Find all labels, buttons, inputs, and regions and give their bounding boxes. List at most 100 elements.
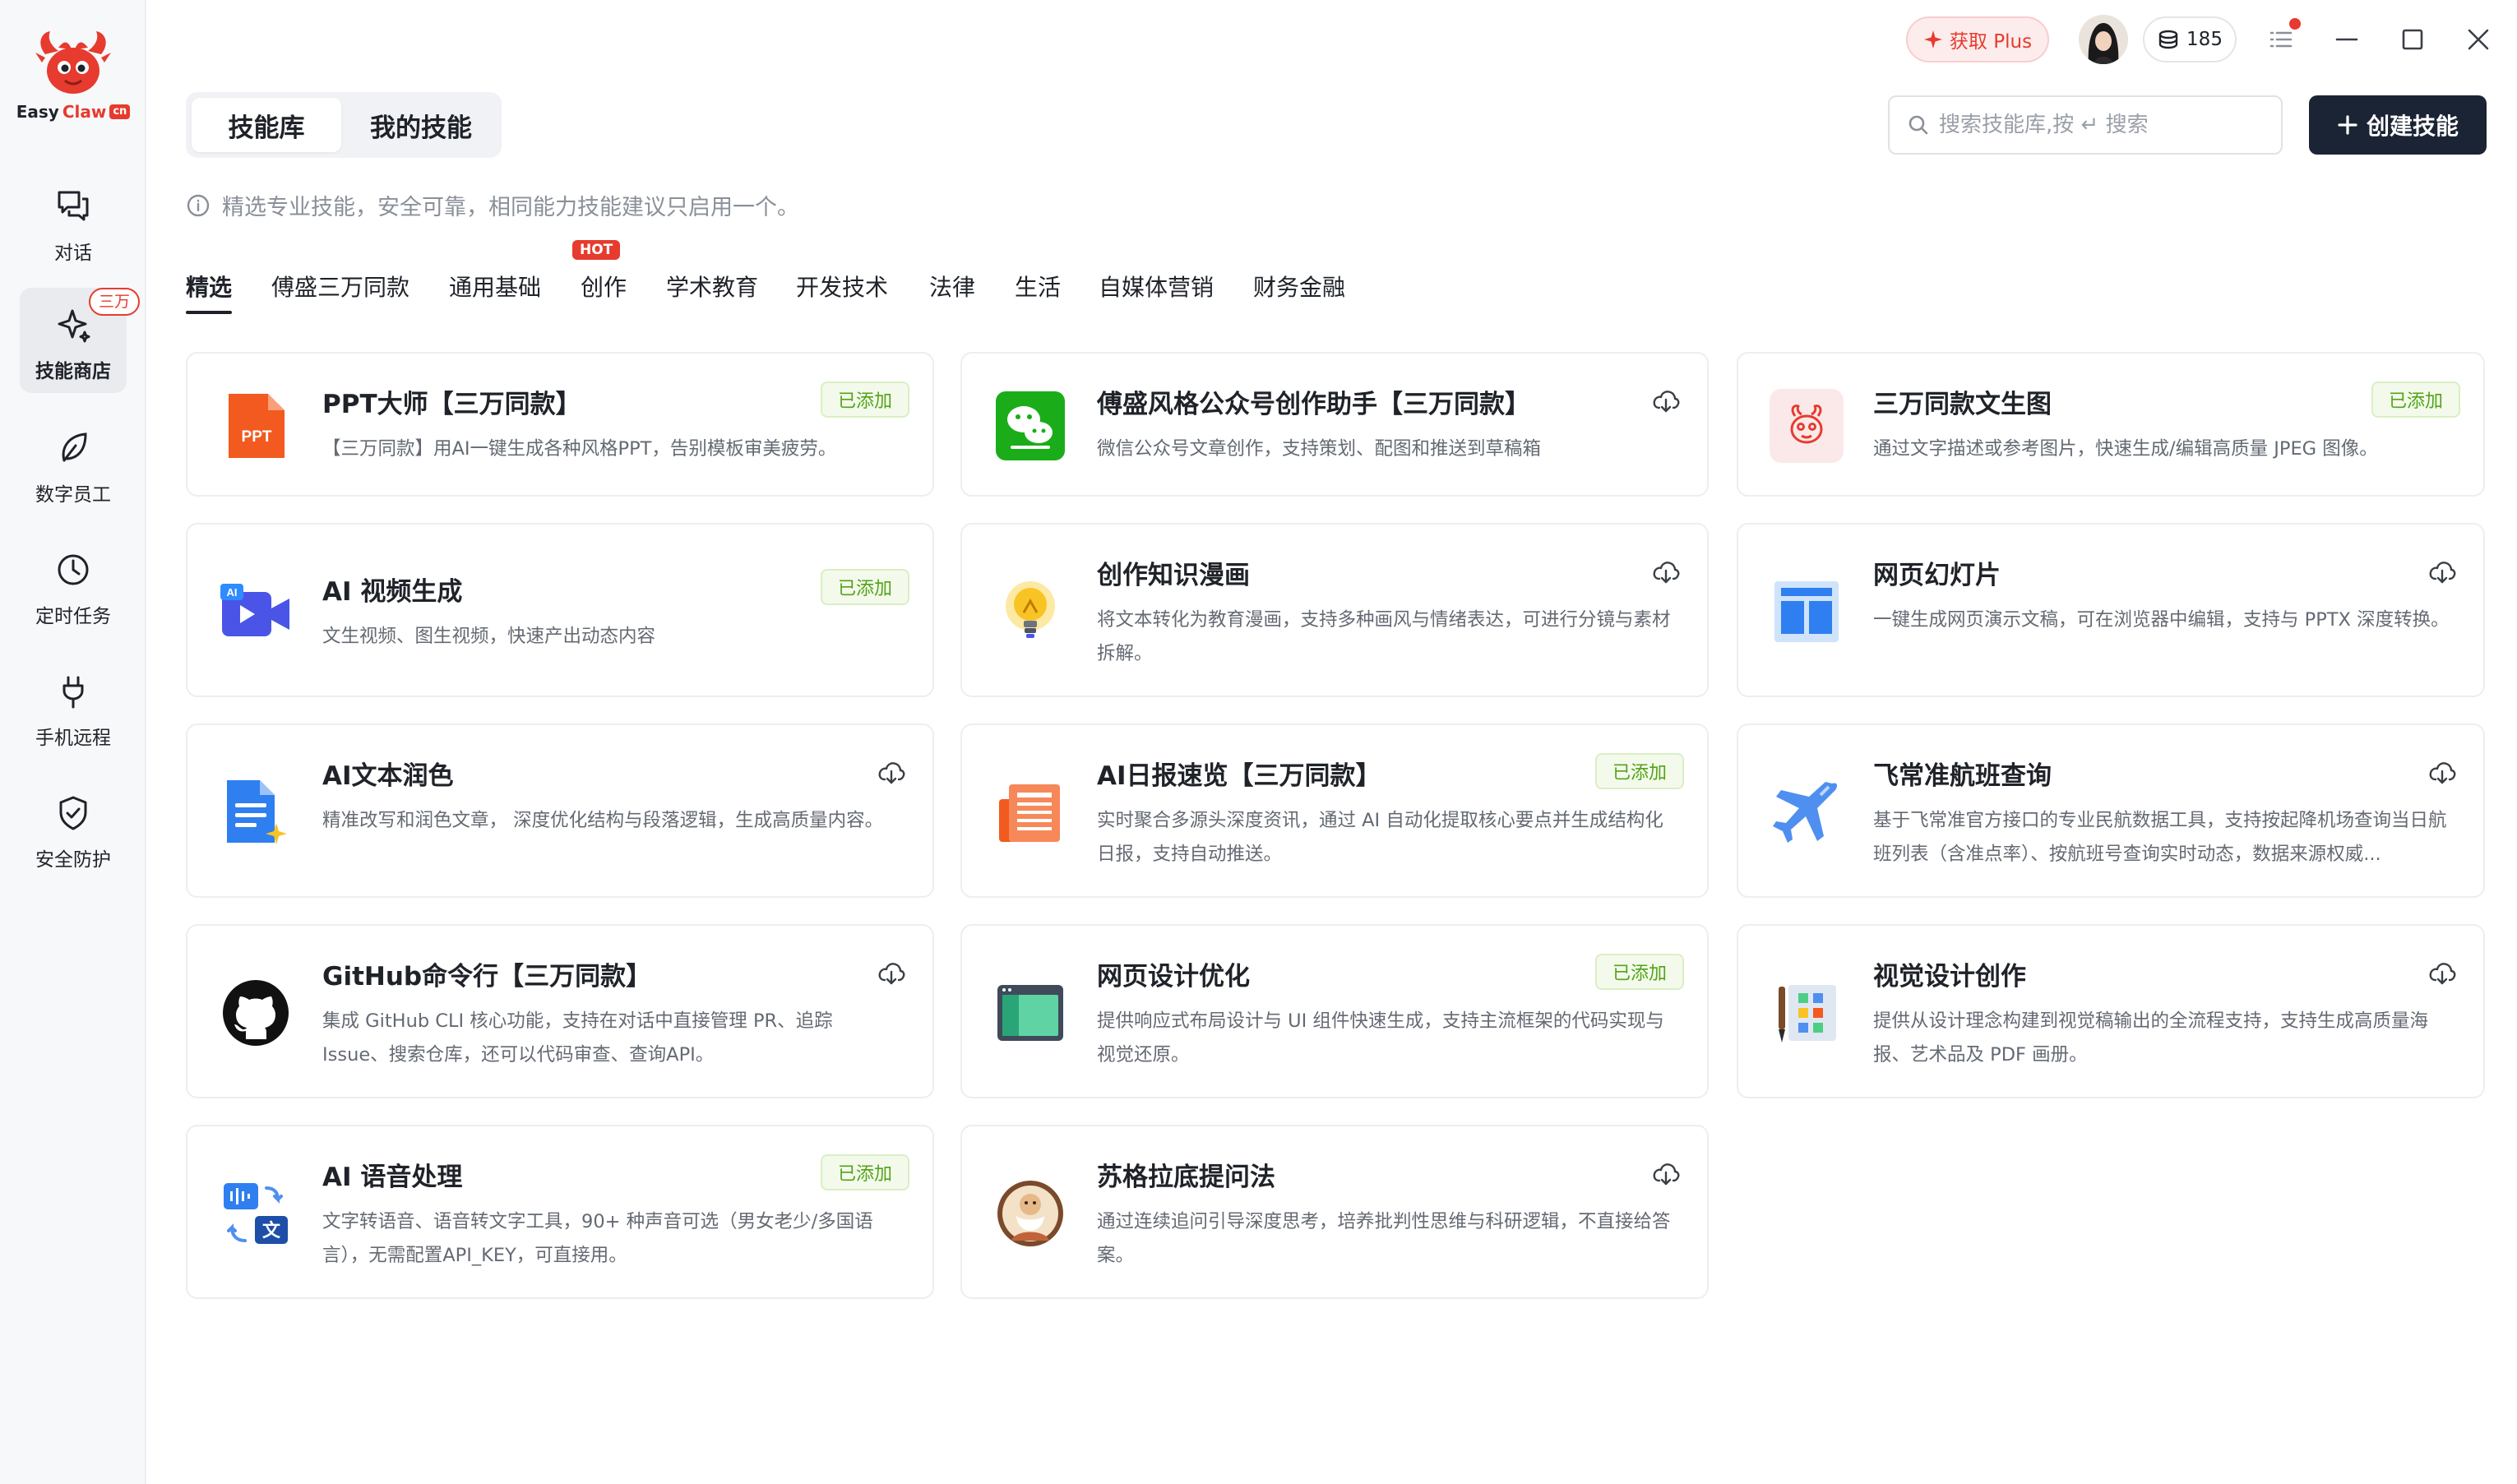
skill-title: 网页幻灯片: [1873, 561, 2001, 590]
credits-balance[interactable]: 185: [2143, 16, 2237, 62]
category-tab-finance[interactable]: 财务金融: [1253, 271, 1345, 314]
sidebar-item-digital-employee[interactable]: 数字员工: [20, 411, 127, 516]
sidebar-item-security[interactable]: 安全防护: [20, 776, 127, 881]
sidebar-tag-badge: 三万: [88, 288, 140, 316]
skill-description: 通过文字描述或参考图片，快速生成/编辑高质量 JPEG 图像。: [1873, 438, 2378, 460]
skill-icon-wrapper: PPT: [219, 389, 293, 463]
svg-text:文: 文: [262, 1220, 281, 1241]
cloud-download-icon[interactable]: [2427, 557, 2457, 587]
skill-icon-wrapper: [219, 775, 293, 849]
search-input[interactable]: [1939, 113, 2268, 137]
plus-icon: [2338, 115, 2357, 135]
skill-title: 三万同款文生图: [1873, 390, 2052, 419]
added-badge: 已添加: [821, 381, 909, 418]
category-tab-media-marketing[interactable]: 自媒体营销: [1099, 271, 1214, 314]
info-hint: 精选专业技能，安全可靠，相同能力技能建议只启用一个。: [186, 189, 799, 221]
skill-title: 飞常准航班查询: [1873, 761, 2052, 791]
skill-icon-wrapper: [993, 976, 1067, 1050]
skill-card-text-polish[interactable]: AI文本润色 精准改写和润色文章， 深度优化结构与段落逻辑，生成高质量内容。: [186, 724, 934, 898]
cloud-download-icon[interactable]: [877, 758, 906, 788]
sidebar-item-skill-store[interactable]: 三万 技能商店: [20, 288, 140, 393]
skill-card-knowledge-comic[interactable]: 创作知识漫画 将文本转化为教育漫画，支持多种画风与情绪表达，可进行分镜与素材拆解…: [960, 523, 1709, 697]
hot-badge: HOT: [572, 240, 621, 260]
skill-card-github-cli[interactable]: GitHub命令行【三万同款】 集成 GitHub CLI 核心功能，支持在对话…: [186, 924, 934, 1098]
logo-badge: cn: [109, 104, 131, 119]
category-tab-dev[interactable]: 开发技术: [796, 271, 888, 314]
cloud-download-icon[interactable]: [1651, 557, 1681, 587]
category-tab-general[interactable]: 通用基础: [449, 271, 541, 314]
get-plus-button[interactable]: 获取 Plus: [1906, 16, 2049, 62]
leaf-icon: [62, 432, 87, 462]
document-sparkle-icon: [227, 780, 287, 844]
logo-word-claw: Claw: [62, 102, 107, 122]
skill-card-web-design[interactable]: 网页设计优化 提供响应式布局设计与 UI 组件快速生成，支持主流框架的代码实现与…: [960, 924, 1709, 1098]
search-icon: [1909, 115, 1928, 135]
coins-icon: [2158, 30, 2178, 49]
skill-description: 精准改写和润色文章， 深度优化结构与段落逻辑，生成高质量内容。: [322, 810, 884, 831]
category-tab-creation[interactable]: 创作: [581, 271, 627, 314]
cloud-download-icon[interactable]: [1651, 1159, 1681, 1189]
skill-description: 微信公众号文章创作，支持策划、配图和推送到草稿箱: [1097, 438, 1542, 460]
skill-description: 一键生成网页演示文稿，可在浏览器中编辑，支持与 PPTX 深度转换。: [1873, 609, 2450, 631]
sidebar-item-label: 对话: [54, 243, 92, 264]
added-badge: 已添加: [821, 569, 909, 605]
maximize-icon[interactable]: [2393, 20, 2432, 59]
user-avatar[interactable]: [2079, 15, 2128, 64]
skill-card-socratic-method[interactable]: 苏格拉底提问法 通过连续追问引导深度思考，培养批判性思维与科研逻辑，不直接给答案…: [960, 1125, 1709, 1299]
app-window: Easy Claw cn 对话 三万 技能商店 数字员工 定时任务 手机远程 安…: [0, 0, 2517, 1484]
category-tab-fusheng-sanwan[interactable]: 傅盛三万同款: [271, 271, 409, 314]
category-tab-featured[interactable]: 精选: [186, 271, 233, 314]
chat-icon: [58, 191, 89, 221]
palette-icon: [1779, 985, 1836, 1042]
airplane-icon: [1773, 782, 1838, 843]
sidebar-item-chat[interactable]: 对话: [20, 169, 127, 275]
sidebar-item-scheduled-tasks[interactable]: 定时任务: [20, 533, 127, 638]
category-tab-life[interactable]: 生活: [1015, 271, 1061, 314]
skill-icon-wrapper: [219, 976, 293, 1050]
sidebar-item-label: 手机远程: [35, 728, 111, 749]
skill-description: 将文本转化为教育漫画，支持多种画风与情绪表达，可进行分镜与素材拆解。: [1097, 609, 1671, 664]
skill-icon-wrapper: AI: [219, 575, 293, 649]
skill-description: 【三万同款】用AI一键生成各种风格PPT，告别模板审美疲劳。: [322, 438, 837, 460]
skill-description: 基于飞常准官方接口的专业民航数据工具，支持按起降机场查询当日航班列表（含准点率）…: [1873, 810, 2447, 865]
clock-icon: [58, 554, 89, 585]
tab-skill-library[interactable]: 技能库: [192, 98, 341, 152]
skill-card-wechat-writer[interactable]: 傅盛风格公众号创作助手【三万同款】 微信公众号文章创作，支持策划、配图和推送到草…: [960, 352, 1709, 497]
skill-description: 文生视频、图生视频，快速产出动态内容: [322, 626, 656, 647]
skill-card-ai-video[interactable]: AI AI 视频生成 文生视频、图生视频，快速产出动态内容 已添加: [186, 523, 934, 697]
skill-card-text-to-image[interactable]: 三万同款文生图 通过文字描述或参考图片，快速生成/编辑高质量 JPEG 图像。 …: [1737, 352, 2485, 497]
category-tab-academic[interactable]: 学术教育: [666, 271, 758, 314]
skill-card-voice-processing[interactable]: 文 AI 语音处理 文字转语音、语音转文字工具，90+ 种声音可选（男女老少/多…: [186, 1125, 934, 1299]
skill-card-ai-daily[interactable]: AI日报速览【三万同款】 实时聚合多源头深度资讯，通过 AI 自动化提取核心要点…: [960, 724, 1709, 898]
skill-title: 傅盛风格公众号创作助手【三万同款】: [1097, 390, 1530, 419]
cloud-download-icon[interactable]: [1651, 386, 1681, 416]
minimize-icon[interactable]: [2327, 20, 2367, 59]
close-icon[interactable]: [2459, 20, 2498, 59]
skill-card-flight-query[interactable]: 飞常准航班查询 基于飞常准官方接口的专业民航数据工具，支持按起降机场查询当日航班…: [1737, 724, 2485, 898]
lobster-logo-icon: [35, 31, 111, 94]
added-badge: 已添加: [1595, 954, 1684, 990]
create-skill-button[interactable]: 创建技能: [2309, 95, 2487, 155]
skill-card-ppt-master[interactable]: PPT PPT大师【三万同款】 【三万同款】用AI一键生成各种风格PPT，告别模…: [186, 352, 934, 497]
sidebar-item-label: 数字员工: [35, 484, 111, 506]
skill-search-box[interactable]: [1888, 95, 2283, 155]
ai-video-icon: AI: [220, 584, 289, 636]
category-tab-law[interactable]: 法律: [929, 271, 975, 314]
sidebar: Easy Claw cn 对话 三万 技能商店 数字员工 定时任务 手机远程 安…: [0, 0, 146, 1484]
cloud-download-icon[interactable]: [2427, 959, 2457, 988]
tab-my-skills[interactable]: 我的技能: [346, 98, 496, 152]
skill-card-visual-design[interactable]: 视觉设计创作 提供从设计理念构建到视觉稿输出的全流程支持，支持生成高质量海报、艺…: [1737, 924, 2485, 1098]
sidebar-item-mobile-remote[interactable]: 手机远程: [20, 654, 127, 760]
skill-card-web-slides[interactable]: 网页幻灯片 一键生成网页演示文稿，可在浏览器中编辑，支持与 PPTX 深度转换。: [1737, 523, 2485, 697]
skill-title: AI 语音处理: [322, 1163, 463, 1192]
skill-icon-wrapper: 文: [219, 1177, 293, 1251]
app-logo[interactable]: Easy Claw cn: [0, 30, 146, 122]
added-badge: 已添加: [821, 1154, 909, 1190]
mascot-icon: [1790, 405, 1823, 444]
github-icon: [223, 980, 289, 1046]
wechat-icon: [996, 391, 1065, 460]
cloud-download-icon[interactable]: [2427, 758, 2457, 788]
cloud-download-icon[interactable]: [877, 959, 906, 988]
web-window-icon: [997, 985, 1063, 1041]
sparkle-icon: [58, 309, 90, 343]
